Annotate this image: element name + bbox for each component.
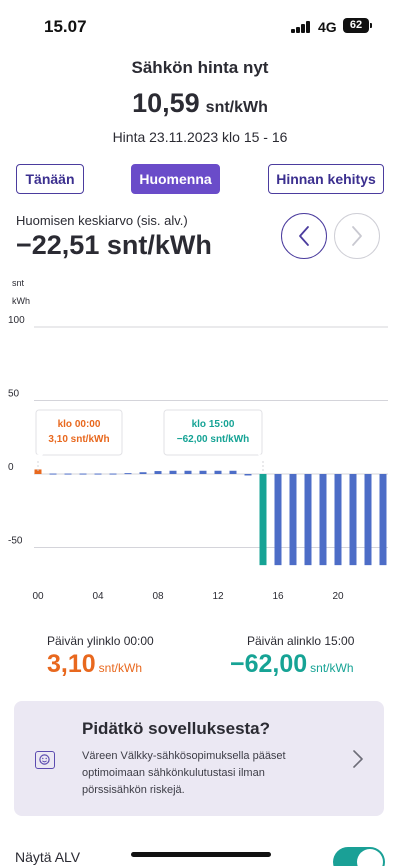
current-price: 10,59 snt/kWh — [0, 88, 400, 119]
price-bar — [214, 470, 222, 474]
signal-icon — [291, 21, 313, 33]
daily-low: −62,00 snt/kWh — [230, 650, 354, 679]
y-axis-unit-top: snt — [12, 278, 25, 288]
x-tick-label: 08 — [152, 591, 164, 602]
price-bar — [319, 474, 327, 566]
price-bar — [124, 473, 132, 475]
callout-box — [35, 409, 123, 456]
price-bar — [154, 471, 162, 474]
price-bar — [274, 474, 282, 566]
toggle-knob — [357, 849, 383, 866]
battery-level: 62 — [349, 19, 363, 31]
battery-icon: 62 — [343, 18, 369, 33]
daily-high: 3,10 snt/kWh — [47, 650, 142, 679]
callout-time: klo 00:00 — [58, 419, 101, 430]
feedback-card-title: Pidätkö sovelluksesta? — [82, 719, 271, 738]
tab-today[interactable]: Tänään — [16, 164, 84, 194]
daily-low-label: Päivän alinklo 15:00 — [247, 634, 355, 648]
previous-day-button[interactable] — [281, 213, 327, 259]
price-bar — [49, 473, 57, 475]
price-bar — [289, 474, 297, 566]
price-callout: klo 00:00 3,10 snt/kWh — [33, 409, 123, 472]
price-chart: snt kWh 100 50 0 -50 00 04 08 12 16 20 klo 00:00… — [0, 270, 400, 610]
price-bar — [139, 472, 147, 474]
y-tick-label: 100 — [8, 315, 25, 326]
tab-tomorrow[interactable]: Huomenna — [131, 164, 220, 194]
price-bar — [259, 474, 267, 566]
price-bar — [304, 474, 312, 566]
callout-box — [163, 409, 263, 456]
price-bar — [379, 474, 387, 566]
average-label: Huomisen keskiarvo (sis. alv.) — [16, 213, 188, 228]
network-type: 4G — [318, 19, 337, 35]
chevron-right-icon[interactable] — [351, 749, 365, 769]
y-tick-label: 50 — [8, 389, 20, 400]
price-bar — [64, 473, 72, 475]
callout-pointer — [258, 454, 268, 461]
callout-pointer — [33, 454, 43, 461]
home-indicator[interactable] — [131, 852, 271, 857]
chevron-left-icon — [299, 226, 309, 246]
y-tick-label: -50 — [8, 536, 23, 547]
page-title: Sähkön hinta nyt — [131, 58, 269, 77]
status-time: 15.07 — [44, 17, 87, 36]
price-bar — [199, 470, 207, 474]
x-tick-label: 16 — [272, 591, 284, 602]
feedback-card[interactable]: Pidätkö sovelluksesta? Väreen Välkky-säh… — [14, 701, 384, 816]
x-tick-label: 12 — [212, 591, 224, 602]
battery-tip — [370, 23, 372, 28]
price-callout: klo 15:00 −62,00 snt/kWh — [163, 409, 268, 472]
price-bar — [349, 474, 357, 566]
daily-low-value: −62,00 — [230, 650, 308, 678]
price-bar — [334, 474, 342, 566]
price-chart-svg: snt kWh 100 50 0 -50 00 04 08 12 16 20 klo 00:00… — [8, 278, 388, 602]
tab-price-trend[interactable]: Hinnan kehitys — [268, 164, 384, 194]
current-price-unit: snt/kWh — [205, 99, 268, 116]
price-bar — [109, 473, 117, 475]
price-time-range: Hinta 23.11.2023 klo 15 - 16 — [112, 129, 288, 145]
show-vat-label: Näytä ALV — [15, 849, 81, 865]
x-tick-label: 00 — [32, 591, 44, 602]
price-bar — [169, 470, 177, 474]
price-bar — [244, 474, 252, 476]
price-bar — [94, 473, 102, 475]
next-day-button[interactable] — [334, 213, 380, 259]
daily-high-label: Päivän ylinklo 00:00 — [47, 634, 154, 648]
smiley-icon — [35, 751, 55, 769]
show-vat-toggle[interactable] — [333, 847, 385, 866]
callout-price: 3,10 snt/kWh — [48, 434, 109, 445]
y-tick-label: 0 — [8, 462, 14, 473]
callout-time: klo 15:00 — [192, 419, 235, 430]
daily-high-unit: snt/kWh — [98, 661, 143, 675]
x-tick-label: 20 — [332, 591, 344, 602]
daily-high-value: 3,10 — [47, 650, 96, 678]
status-bar: 15.07 4G 62 — [0, 0, 400, 48]
daily-low-unit: snt/kWh — [310, 661, 354, 675]
price-bar — [364, 474, 372, 566]
price-bar — [79, 473, 87, 475]
feedback-card-text: Väreen Välkky-sähkösopimuksella pääset o… — [82, 750, 286, 796]
y-axis-unit-bottom: kWh — [12, 296, 30, 306]
price-bar — [184, 470, 192, 474]
callout-price: −62,00 snt/kWh — [177, 434, 250, 445]
current-price-value: 10,59 — [132, 88, 200, 118]
chevron-right-icon — [352, 226, 362, 246]
average-value: −22,51 snt/kWh — [16, 230, 212, 260]
x-tick-label: 04 — [92, 591, 104, 602]
price-bar — [229, 470, 237, 474]
